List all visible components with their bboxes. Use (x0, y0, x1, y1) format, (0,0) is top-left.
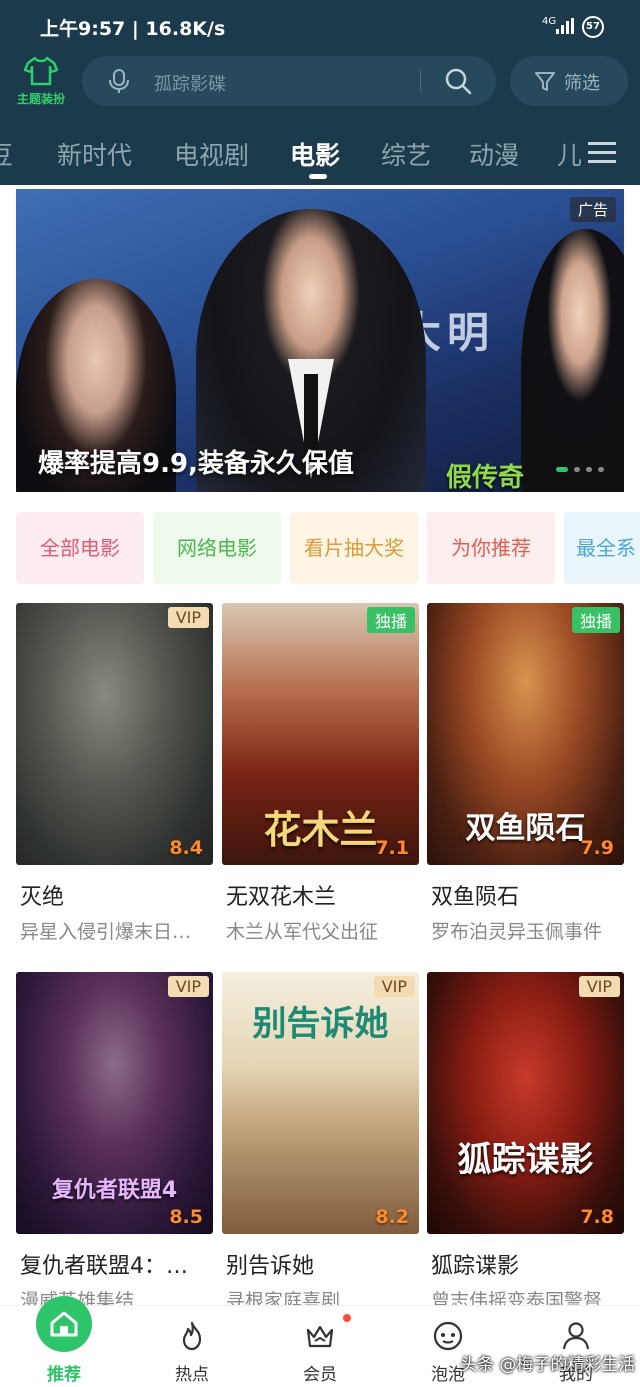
movie-title: 狐踪谍影 (431, 1254, 520, 1279)
battery-icon: 57 (582, 16, 604, 38)
search-divider (420, 70, 421, 92)
vip-badge: VIP (167, 607, 209, 628)
movie-poster[interactable]: 狐踪谍影 VIP 7.8 (427, 972, 624, 1234)
tab-new-era[interactable]: 新时代 (57, 136, 132, 172)
movie-title: 无双花木兰 (226, 885, 337, 910)
theme-button[interactable]: 主题装扮 (10, 56, 72, 110)
nav-label: 推荐 (47, 1365, 81, 1385)
tab-partial-left[interactable]: 豆 (0, 136, 13, 172)
nav-recommend[interactable]: 推荐 (0, 1296, 128, 1387)
user-icon (562, 1322, 590, 1350)
banner-person-right (521, 229, 624, 492)
movie-score: 8.4 (169, 837, 203, 859)
watermark-text: 头条 @梅子的精彩生活 (460, 1355, 636, 1375)
movie-score: 8.5 (169, 1206, 203, 1228)
movie-card[interactable]: 花木兰 独播 7.1 无双花木兰 木兰从军代父出征 (222, 603, 419, 944)
nav-hot[interactable]: 热点 (128, 1306, 256, 1387)
vip-badge: VIP (167, 976, 209, 997)
filter-label: 筛选 (564, 73, 600, 94)
exclusive-badge: 独播 (571, 607, 620, 633)
movie-description: 木兰从军代父出征 (226, 921, 379, 943)
chip-web-movies[interactable]: 网络电影 (153, 512, 281, 584)
top-bar: 上午9:57 | 16.8K/s 4G 57 主题装扮 孤踪影碟 筛选 豆 新时 (0, 0, 640, 185)
movie-card[interactable]: 复仇者联盟4 VIP 8.5 复仇者联盟4：… 漫威英雄集结 (16, 972, 213, 1313)
movie-card[interactable]: 别告诉她 VIP 8.2 别告诉她 寻根家庭喜剧 (222, 972, 419, 1313)
movie-description: 罗布泊灵异玉佩事件 (431, 921, 603, 943)
nav-label: 热点 (175, 1365, 209, 1385)
signal-icon (556, 18, 578, 34)
movie-title: 双鱼陨石 (431, 885, 520, 910)
ad-badge: 广告 (569, 197, 616, 222)
menu-icon[interactable] (588, 142, 616, 164)
chip-most-complete[interactable]: 最全系 (564, 512, 640, 584)
vip-badge: VIP (578, 976, 620, 997)
microphone-icon[interactable] (106, 68, 132, 94)
poster-title-text: 别告诉她 (252, 1004, 389, 1044)
flame-icon (182, 1321, 202, 1351)
tab-movies[interactable]: 电影 (290, 136, 340, 172)
tab-anime[interactable]: 动漫 (469, 136, 519, 172)
search-placeholder: 孤踪影碟 (154, 74, 226, 95)
search-icon[interactable] (444, 67, 472, 95)
active-tab-indicator (309, 174, 327, 179)
tab-kids[interactable]: 儿 (557, 136, 582, 172)
tshirt-icon (24, 56, 58, 86)
movie-title: 复仇者联盟4：… (20, 1254, 188, 1279)
chip-lottery[interactable]: 看片抽大奖 (290, 512, 418, 584)
tab-variety[interactable]: 综艺 (381, 136, 431, 172)
network-indicator: 4G (542, 16, 557, 27)
movie-card[interactable]: VIP 8.4 灭绝 异星入侵引爆末日… (16, 603, 213, 944)
banner-caption: 爆率提高9.9,装备永久保值 (38, 449, 354, 479)
movie-card[interactable]: 双鱼陨石 独播 7.9 双鱼陨石 罗布泊灵异玉佩事件 (427, 603, 624, 944)
movie-card[interactable]: 狐踪谍影 VIP 7.8 狐踪谍影 曾志伟摇变泰国警督 (427, 972, 624, 1313)
status-time: 上午9:57 | 16.8K/s (40, 18, 226, 40)
nav-label: 会员 (303, 1365, 337, 1385)
movie-description: 异星入侵引爆末日… (20, 921, 192, 943)
movie-score: 8.2 (375, 1206, 409, 1228)
poster-title-text: 狐踪谍影 (457, 1140, 594, 1180)
exclusive-badge: 独播 (366, 607, 415, 633)
bubble-face-icon (433, 1321, 463, 1351)
movie-poster[interactable]: VIP 8.4 (16, 603, 213, 865)
tab-tv-series[interactable]: 电视剧 (174, 136, 249, 172)
filter-button[interactable]: 筛选 (510, 56, 628, 106)
movie-title: 别告诉她 (226, 1254, 315, 1279)
category-tabs: 豆 新时代 电视剧 电影 综艺 动漫 儿 (0, 124, 640, 180)
notification-dot (343, 1314, 351, 1322)
crown-icon (306, 1325, 334, 1348)
movie-poster[interactable]: 别告诉她 VIP 8.2 (222, 972, 419, 1234)
movie-poster[interactable]: 花木兰 独播 7.1 (222, 603, 419, 865)
search-input[interactable]: 孤踪影碟 (82, 56, 496, 106)
nav-vip[interactable]: 会员 (256, 1306, 384, 1387)
banner-sub-caption: 假传奇 (446, 463, 525, 492)
movie-poster[interactable]: 双鱼陨石 独播 7.9 (427, 603, 624, 865)
movie-score: 7.1 (375, 837, 409, 859)
promo-banner[interactable]: 五大明 广告 爆率提高9.9,装备永久保值 假传奇 (16, 189, 624, 492)
movie-poster[interactable]: 复仇者联盟4 VIP 8.5 (16, 972, 213, 1234)
poster-title-text: 复仇者联盟4 (51, 1178, 178, 1203)
home-icon (36, 1296, 92, 1352)
carousel-dots (556, 467, 616, 473)
movie-score: 7.9 (580, 837, 614, 859)
theme-label: 主题装扮 (16, 92, 65, 106)
status-bar: 上午9:57 | 16.8K/s 4G 57 (0, 0, 640, 55)
movie-title: 灭绝 (20, 885, 65, 910)
chip-all-movies[interactable]: 全部电影 (16, 512, 144, 584)
vip-badge: VIP (373, 976, 415, 997)
funnel-icon (535, 72, 555, 91)
movie-score: 7.8 (580, 1206, 614, 1228)
chip-recommended[interactable]: 为你推荐 (427, 512, 555, 584)
